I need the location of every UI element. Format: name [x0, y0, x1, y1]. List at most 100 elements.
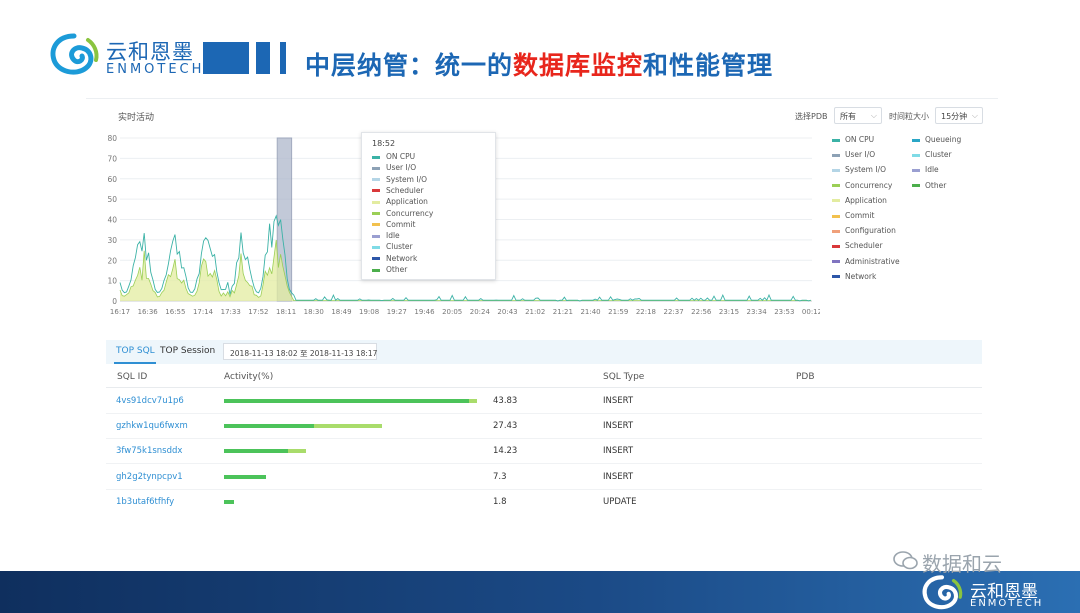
- tooltip-item: Network: [372, 254, 417, 263]
- header-sql-type: SQL Type: [603, 372, 645, 382]
- sql-type: INSERT: [603, 446, 634, 457]
- sql-id-link[interactable]: gzhkw1qu6fwxm: [116, 421, 188, 431]
- legend-item[interactable]: Administrative: [832, 257, 900, 266]
- tooltip-item: Application: [372, 197, 428, 206]
- granularity-label: 时间粒大小: [889, 112, 929, 121]
- tooltip-label: Network: [386, 253, 418, 263]
- tooltip-item: ON CPU: [372, 152, 415, 161]
- legend-swatch: [832, 260, 840, 264]
- row-divider: [106, 413, 982, 414]
- tooltip-label: Cluster: [386, 242, 413, 252]
- legend-item[interactable]: Configuration: [832, 226, 896, 235]
- x-tick-label: 23:15: [719, 308, 739, 316]
- legend-label: Configuration: [845, 226, 896, 236]
- header-bar-thin: [280, 42, 286, 74]
- watermark-text: 数据和云: [922, 552, 1002, 576]
- tab-top-session[interactable]: TOP Session: [160, 346, 215, 356]
- legend-label: Administrative: [845, 256, 900, 266]
- legend-label: Queueing: [925, 135, 962, 144]
- tooltip-swatch: [372, 245, 380, 249]
- legend-item[interactable]: Idle: [912, 165, 939, 174]
- tooltip-label: Idle: [386, 231, 400, 241]
- sql-id-link[interactable]: 4vs91dcv7u1p6: [116, 396, 184, 406]
- x-tick-label: 17:33: [221, 308, 241, 316]
- tooltip-item: Cluster: [372, 242, 413, 251]
- tooltip-label: System I/O: [386, 174, 427, 184]
- y-tick-label: 30: [107, 236, 117, 245]
- row-divider: [106, 488, 982, 490]
- pdb-select[interactable]: 所有 ⌵: [834, 107, 882, 124]
- y-tick-label: 0: [112, 297, 117, 306]
- logo-swirl-icon: [50, 33, 99, 75]
- legend-label: Application: [845, 195, 887, 205]
- legend-label: Scheduler: [845, 241, 883, 251]
- legend-item[interactable]: Application: [832, 196, 887, 205]
- x-tick-label: 17:14: [193, 308, 214, 316]
- active-tab-indicator: [114, 362, 156, 364]
- row-divider: [106, 438, 982, 440]
- x-tick-label: 22:56: [691, 308, 712, 316]
- legend-label: Concurrency: [845, 180, 893, 190]
- granularity-select[interactable]: 15分钟 ⌵: [935, 107, 983, 124]
- header-bar-wide: [203, 42, 249, 74]
- legend-item[interactable]: Network: [832, 272, 876, 281]
- legend-swatch: [832, 214, 840, 218]
- tooltip-swatch: [372, 178, 380, 182]
- x-tick-label: 23:34: [747, 308, 768, 316]
- activity-bar-dark: [224, 499, 235, 504]
- tooltip-item: Scheduler: [372, 186, 424, 195]
- legend-swatch: [832, 153, 840, 157]
- time-range-field[interactable]: 2018-11-13 18:02 至 2018-11-13 18:17: [223, 343, 377, 360]
- y-tick-label: 80: [107, 134, 117, 143]
- legend-swatch: [832, 168, 840, 172]
- footer-logo-swirl-icon: [922, 575, 963, 610]
- x-tick-label: 18:11: [276, 308, 296, 316]
- tab-top-sql[interactable]: TOP SQL: [116, 346, 155, 356]
- legend-item[interactable]: System I/O: [832, 165, 886, 174]
- tooltip-swatch: [372, 189, 380, 193]
- legend-item[interactable]: Queueing: [912, 135, 961, 144]
- legend-label: System I/O: [845, 165, 886, 175]
- legend-label: ON CPU: [845, 135, 875, 144]
- header-activity: Activity(%): [224, 372, 274, 382]
- x-tick-label: 19:27: [387, 308, 407, 316]
- sql-type: INSERT: [603, 396, 634, 406]
- legend-item[interactable]: Scheduler: [832, 241, 883, 250]
- tooltip-time: 18:52: [372, 139, 396, 148]
- legend-item[interactable]: Commit: [832, 211, 874, 220]
- sql-id-link[interactable]: 3fw75k1snsddx: [116, 446, 182, 456]
- legend-item[interactable]: Other: [912, 181, 946, 190]
- footer-logo: 云和恩墨 ENMOTECH: [918, 574, 1068, 612]
- tooltip-swatch: [372, 234, 380, 238]
- x-tick-label: 20:05: [442, 308, 462, 316]
- tooltip-item: Commit: [372, 220, 415, 229]
- legend-item[interactable]: Concurrency: [832, 181, 892, 190]
- x-tick-label: 16:17: [110, 308, 130, 316]
- x-tick-label: 21:59: [608, 308, 628, 316]
- x-tick-label: 21:21: [553, 308, 573, 316]
- tooltip-label: Other: [386, 265, 408, 274]
- legend-item[interactable]: ON CPU: [832, 135, 874, 144]
- legend-item[interactable]: Cluster: [912, 150, 952, 159]
- activity-value: 14.23: [493, 446, 518, 457]
- chevron-down-icon: ⌵: [971, 111, 978, 120]
- tooltip-label: Commit: [386, 219, 416, 229]
- tooltip-swatch: [372, 200, 380, 204]
- granularity-select-value: 15分钟: [941, 112, 968, 121]
- legend-swatch: [832, 275, 840, 279]
- header-bar-mid: [256, 42, 270, 74]
- x-tick-label: 20:43: [497, 308, 517, 316]
- chevron-down-icon: ⌵: [870, 111, 877, 120]
- tooltip-swatch: [372, 223, 380, 227]
- legend-swatch: [832, 244, 840, 248]
- sql-id-link[interactable]: 1b3utaf6tfhfy: [116, 497, 174, 507]
- legend-swatch: [832, 199, 840, 203]
- table-header-divider: [106, 387, 982, 388]
- legend-item[interactable]: User I/O: [832, 150, 875, 159]
- footer-logo-en: ENMOTECH: [970, 598, 1044, 609]
- logo-name-en: ENMOTECH: [106, 62, 205, 77]
- x-tick-label: 20:24: [470, 308, 491, 316]
- sql-id-link[interactable]: gh2g2tynpcpv1: [116, 472, 183, 482]
- wechat-icon: [893, 551, 918, 570]
- sql-type: UPDATE: [603, 496, 637, 507]
